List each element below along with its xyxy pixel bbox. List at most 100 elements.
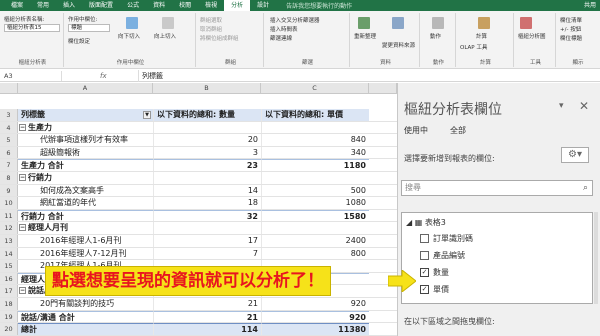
row-number[interactable]: 14 [0,247,18,260]
cell-price[interactable]: 500 [261,184,369,197]
sum-price-header[interactable]: 以下資料的總和: 單價 [261,109,369,121]
collapse-icon[interactable]: − [19,287,26,295]
sum-quantity-header[interactable]: 以下資料的總和: 數量 [153,109,261,121]
actions-icon[interactable] [432,17,444,29]
cell-price[interactable]: 11380 [261,323,369,335]
gear-icon[interactable]: ⚙▾ [561,147,589,163]
row-number[interactable]: 3 [0,109,18,121]
field-checkbox[interactable] [420,234,429,243]
cell-label[interactable]: 如何成為文案高手 [18,185,153,197]
cell-price[interactable] [261,172,369,184]
cell-quantity[interactable]: 20 [153,134,261,146]
cell-label[interactable]: 行銷力 合計 [18,209,153,222]
change-source-button[interactable]: 變更資料來源 [382,41,415,49]
ribbon-tab[interactable]: 公式 [120,0,146,11]
row-number[interactable]: 17 [0,285,18,297]
insert-slicer-button[interactable]: 插入交叉分析篩選器 [270,16,320,24]
ribbon-tab[interactable]: 插入 [56,0,82,11]
ungroup-button[interactable]: 取消群組 [200,25,222,33]
cell-price[interactable]: 840 [261,134,369,146]
field-list-scrollbar[interactable] [594,212,598,304]
row-number[interactable]: 16 [0,272,18,285]
row-number[interactable]: 20 [0,323,18,335]
ribbon-tab[interactable]: 資料 [146,0,172,11]
cell-price[interactable]: 340 [261,146,369,159]
cell-quantity[interactable]: 18 [153,197,261,209]
close-icon[interactable]: ✕ [579,99,589,113]
field-item[interactable]: ✓ 數量 [420,267,449,279]
name-box[interactable]: A3 [2,71,62,81]
drill-down-button[interactable]: 向下切入 [118,32,140,40]
buttons-toggle[interactable]: +/- 按鈕 [560,25,581,33]
row-number[interactable]: 18 [0,298,18,310]
cell-label[interactable]: 網紅當道的年代 [18,197,153,209]
drill-up-button[interactable]: 向上切入 [154,32,176,40]
column-header-c[interactable]: C [261,83,369,94]
row-number[interactable]: 4 [0,121,18,134]
drill-up-icon[interactable] [162,17,174,29]
ribbon-tab[interactable]: 常用 [30,0,56,11]
pivot-chart-button[interactable]: 樞紐分析圖 [518,32,546,40]
field-settings-button[interactable]: 欄位設定 [68,37,90,45]
pivot-name-input[interactable]: 樞紐分析表15 [4,24,60,32]
cell-quantity[interactable]: 21 [153,310,261,323]
refresh-button[interactable]: 重新整理 [354,32,376,40]
change-source-icon[interactable] [392,17,404,29]
cell-label[interactable]: 超級簡報術 [18,147,153,159]
field-item[interactable]: 訂單識別碼 [420,233,473,245]
drill-down-icon[interactable] [126,17,138,29]
field-headers-toggle[interactable]: 欄位標題 [560,34,582,42]
collapse-icon[interactable]: − [19,174,26,181]
filter-connections-button[interactable]: 篩選連線 [270,34,292,42]
ribbon-tab[interactable]: 版面配置 [82,0,120,11]
cell-price[interactable]: 1580 [261,209,369,222]
cell-label[interactable]: 總計 [18,323,153,335]
cell-quantity[interactable]: 32 [153,209,261,222]
ribbon-tab[interactable]: 檢視 [198,0,224,11]
cell-quantity[interactable]: 21 [153,298,261,310]
cell-price[interactable]: 800 [261,247,369,260]
cell-label[interactable]: 代辦事項這樣列才有效率 [18,134,153,146]
ribbon-tab[interactable]: 設計 [250,0,276,11]
cell-label[interactable]: − 生產力 [18,122,153,134]
row-number[interactable]: 12 [0,222,18,234]
active-field-input[interactable]: 標題 [68,24,110,32]
row-number[interactable]: 13 [0,235,18,247]
row-number[interactable]: 8 [0,172,18,184]
field-search-input[interactable]: 搜尋 ⌕ [401,180,593,196]
row-number[interactable]: 19 [0,310,18,323]
cell-quantity[interactable]: 17 [153,235,261,247]
collapse-icon[interactable]: − [19,123,26,131]
field-checkbox[interactable]: ✓ [420,268,429,277]
pivot-chart-icon[interactable] [520,17,532,29]
filter-dropdown-icon[interactable]: ▼ [143,111,151,119]
cell-quantity[interactable]: 7 [153,247,261,260]
formula-input[interactable]: 列標籤 [138,70,163,82]
cell-price[interactable] [261,121,369,134]
cell-label[interactable]: 生產力 合計 [18,159,153,171]
cell-quantity[interactable]: 14 [153,184,261,197]
row-number[interactable]: 7 [0,159,18,171]
cell-price[interactable]: 920 [261,310,369,323]
cell-quantity[interactable] [153,121,261,134]
field-checkbox[interactable] [420,251,429,260]
column-header-b[interactable]: B [153,83,261,94]
row-number[interactable]: 15 [0,260,18,272]
field-item[interactable]: ✓ 單價 [420,284,449,296]
table-node[interactable]: ◢ ▦ 表格3 [406,217,446,229]
row-number[interactable]: 10 [0,197,18,209]
select-all-corner[interactable] [0,83,18,94]
collapse-icon[interactable]: ◢ [406,218,415,227]
cell-price[interactable]: 2400 [261,235,369,247]
cell-price[interactable]: 1080 [261,197,369,209]
row-number[interactable]: 11 [0,209,18,222]
refresh-icon[interactable] [358,17,370,29]
cell-quantity[interactable]: 3 [153,146,261,159]
field-list-button[interactable]: 欄位清單 [560,16,582,24]
cell-label[interactable]: 2016年經理人7-12月刊 [18,248,153,260]
calculations-icon[interactable] [478,17,490,29]
cell-label[interactable]: − 行銷力 [18,172,153,184]
cell-price[interactable] [261,222,369,234]
ribbon-tab[interactable]: 檔案 [4,0,30,11]
cell-label[interactable]: 2016年經理人1-6月刊 [18,235,153,247]
